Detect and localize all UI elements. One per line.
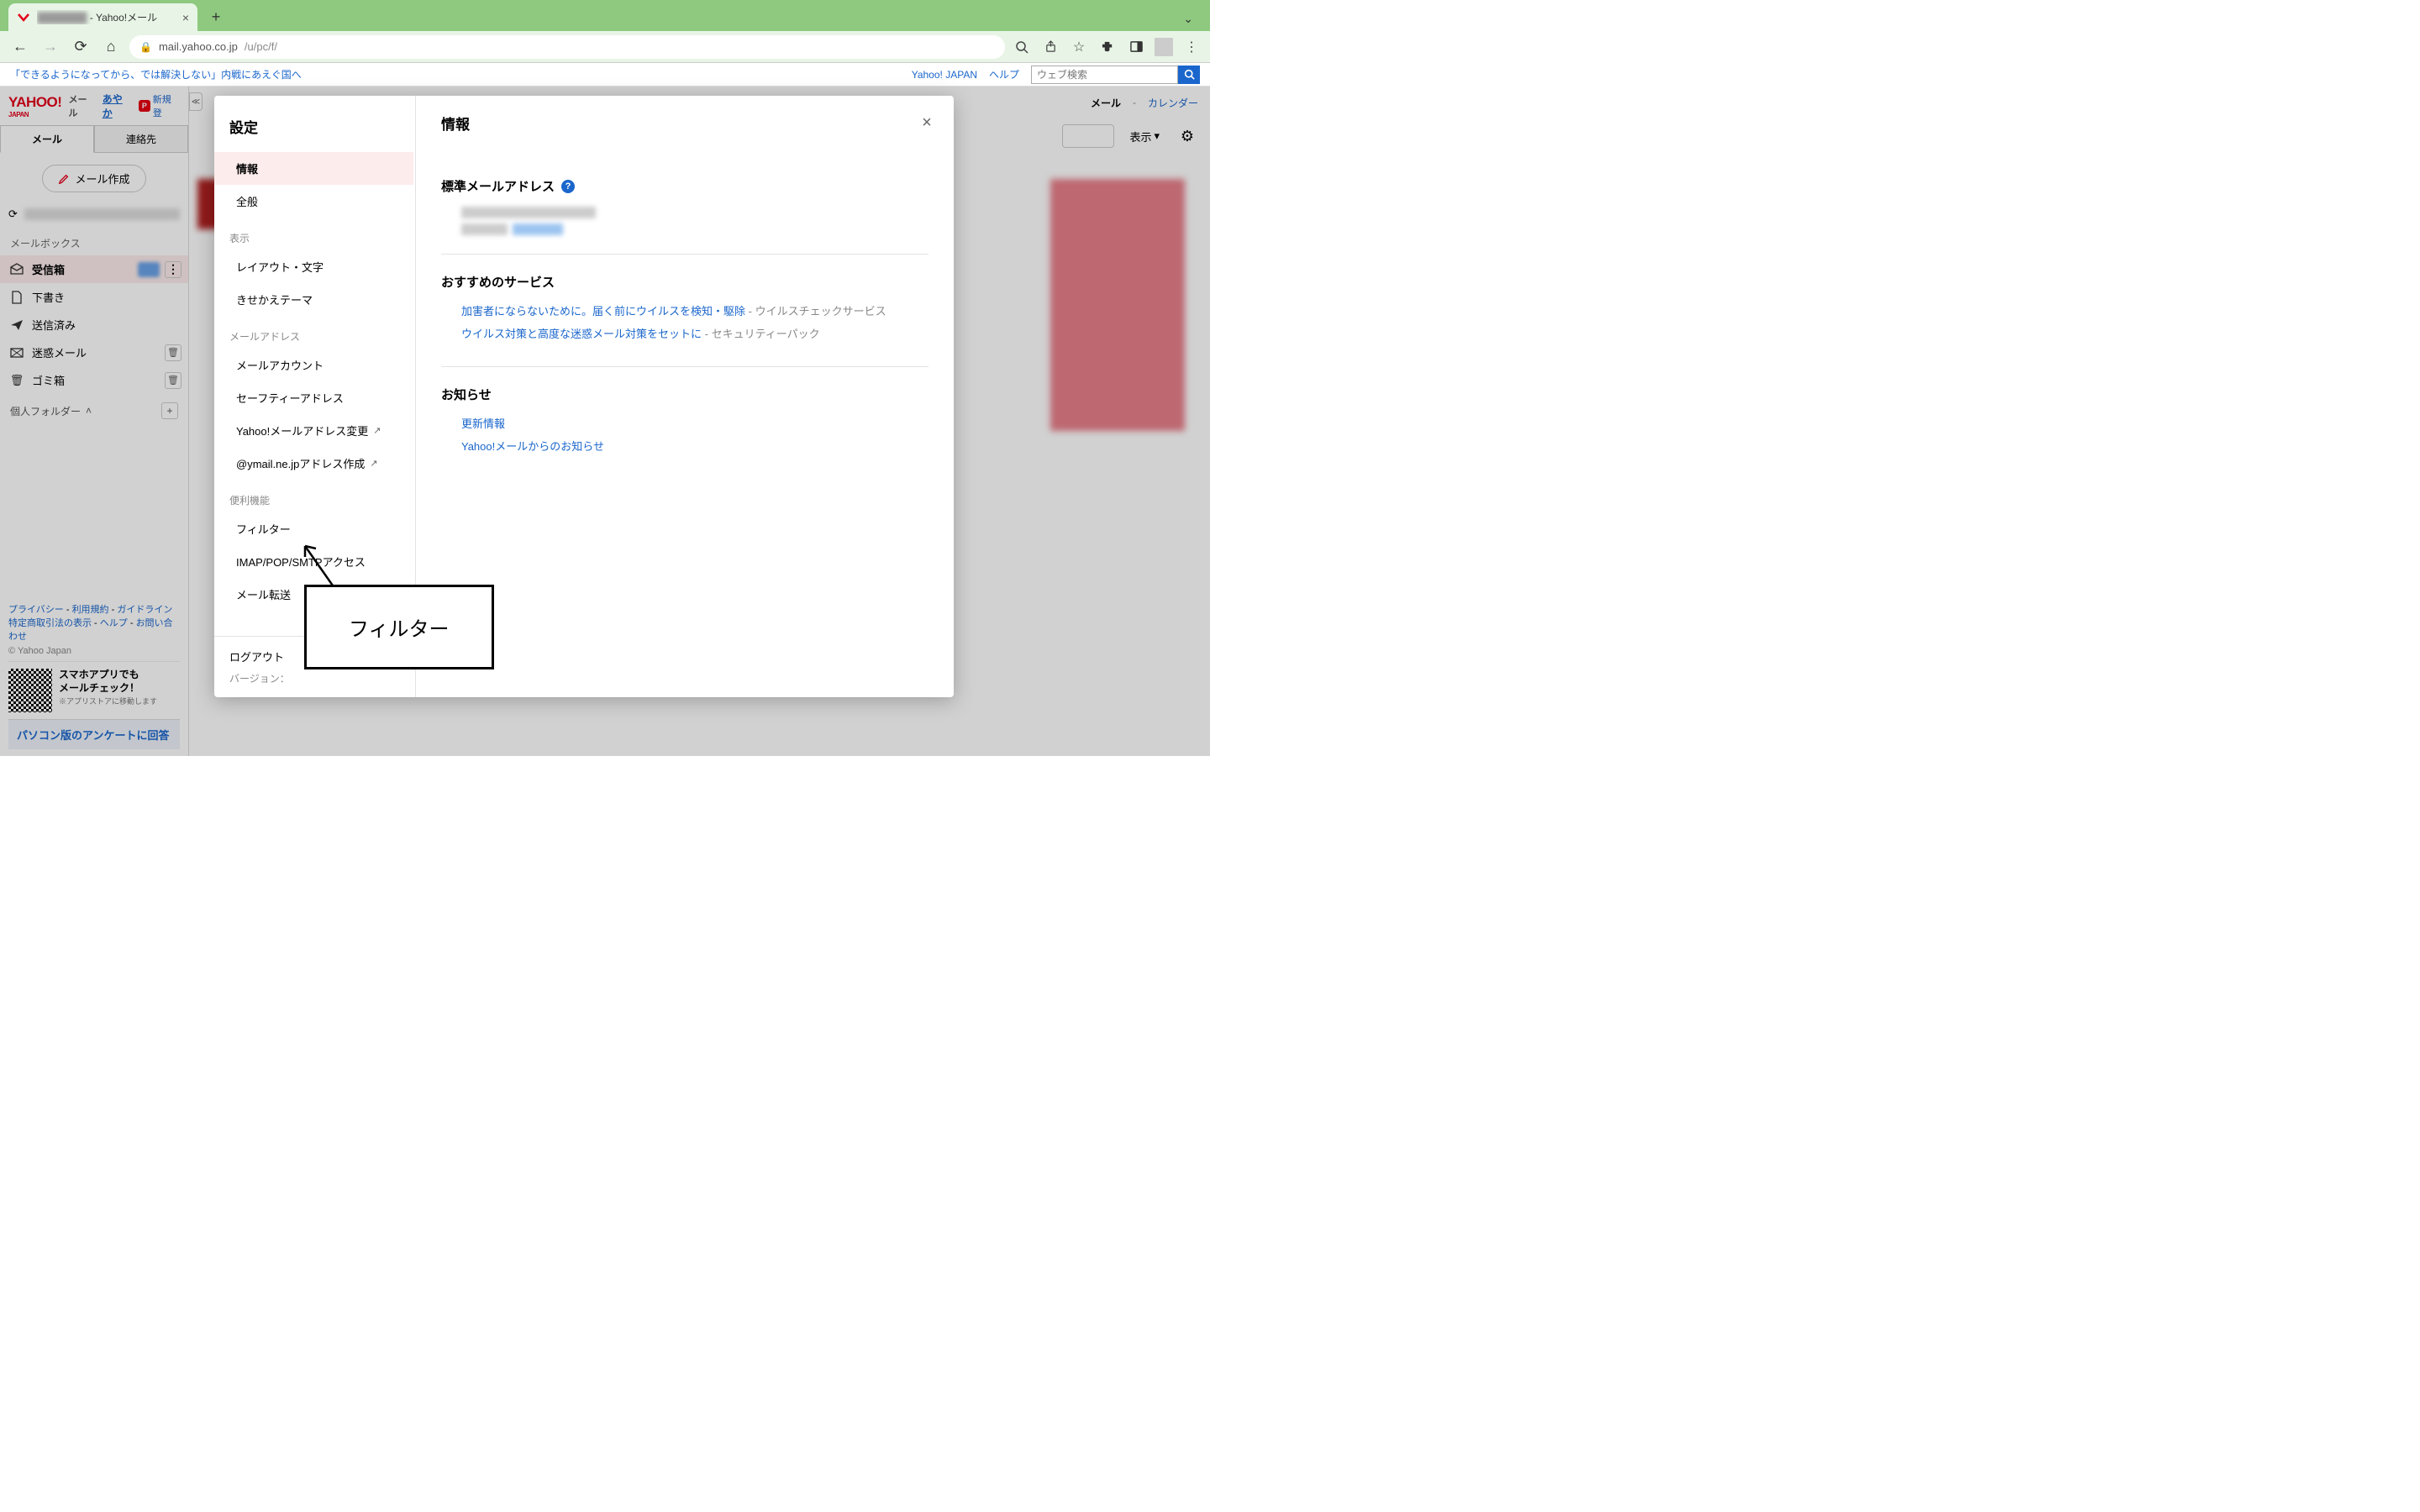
section-recommended: おすすめのサービス 加害者にならないために。届く前にウイルスを検知・駆除 - ウ… — [441, 255, 929, 367]
nav-filter[interactable]: フィルター — [214, 512, 413, 545]
nav-theme[interactable]: きせかえテーマ — [214, 283, 413, 316]
reload-button[interactable]: ⟳ — [69, 35, 92, 59]
section-standard-email: 標準メールアドレス ? — [441, 159, 929, 255]
close-icon[interactable]: × — [915, 111, 939, 134]
settings-content-panel: × 情報 標準メールアドレス ? おすすめのサービス 加害者にならないために。届… — [416, 96, 954, 697]
tabs-overflow-icon[interactable]: ⌄ — [1183, 12, 1210, 26]
yahoo-japan-link[interactable]: Yahoo! JAPAN — [912, 69, 977, 81]
url-path: /u/pc/f/ — [245, 40, 277, 53]
bookmark-star-icon[interactable]: ☆ — [1069, 37, 1089, 57]
primary-email-redacted — [461, 207, 596, 218]
home-button[interactable]: ⌂ — [99, 35, 123, 59]
help-badge-icon[interactable]: ? — [561, 180, 575, 193]
nav-section-display: 表示 — [214, 218, 413, 250]
back-button[interactable]: ← — [8, 35, 32, 59]
extensions-icon[interactable] — [1097, 37, 1118, 57]
nav-info[interactable]: 情報 — [214, 152, 413, 185]
tab-close-icon[interactable]: × — [182, 11, 189, 24]
service-link-2[interactable]: ウイルス対策と高度な迷惑メール対策をセットに — [461, 328, 702, 340]
section-notices: お知らせ 更新情報 Yahoo!メールからのお知らせ — [441, 367, 929, 479]
nav-safety-address[interactable]: セーフティーアドレス — [214, 381, 413, 414]
share-icon[interactable] — [1040, 37, 1060, 57]
service-link-1[interactable]: 加害者にならないために。届く前にウイルスを検知・駆除 — [461, 305, 745, 318]
browser-toolbar: ← → ⟳ ⌂ 🔒 mail.yahoo.co.jp/u/pc/f/ ☆ ⋮ — [0, 31, 1210, 63]
notice-updates[interactable]: 更新情報 — [461, 417, 505, 430]
nav-change-address[interactable]: Yahoo!メールアドレス変更 ↗ — [214, 414, 413, 447]
browser-tab-strip: ███████ - Yahoo!メール × + ⌄ — [0, 0, 1210, 31]
profile-avatar[interactable] — [1155, 38, 1173, 56]
web-search — [1031, 66, 1200, 84]
browser-menu-icon[interactable]: ⋮ — [1181, 37, 1202, 57]
annotation-callout: フィルター — [304, 585, 494, 669]
secondary-email-redacted — [461, 223, 929, 235]
side-panel-icon[interactable] — [1126, 37, 1146, 57]
url-host: mail.yahoo.co.jp — [159, 40, 238, 53]
browser-tab[interactable]: ███████ - Yahoo!メール × — [8, 3, 197, 31]
new-tab-button[interactable]: + — [204, 5, 228, 29]
external-link-icon: ↗ — [373, 425, 381, 436]
forward-button[interactable]: → — [39, 35, 62, 59]
help-link[interactable]: ヘルプ — [989, 67, 1019, 81]
tab-title: ███████ - Yahoo!メール — [37, 10, 176, 24]
address-bar[interactable]: 🔒 mail.yahoo.co.jp/u/pc/f/ — [129, 35, 1005, 59]
nav-section-mail-address: メールアドレス — [214, 316, 413, 349]
nav-layout[interactable]: レイアウト・文字 — [214, 250, 413, 283]
yahoo-top-bar: 「できるようになってから、では解決しない」内戦にあえぐ国へ Yahoo! JAP… — [0, 63, 1210, 87]
nav-accounts[interactable]: メールアカウント — [214, 349, 413, 381]
search-in-page-icon[interactable] — [1012, 37, 1032, 57]
settings-title: 設定 — [214, 96, 415, 152]
web-search-button[interactable] — [1178, 66, 1200, 84]
notice-announcements[interactable]: Yahoo!メールからのお知らせ — [461, 440, 604, 453]
web-search-input[interactable] — [1031, 66, 1178, 84]
lock-icon: 🔒 — [139, 41, 152, 53]
nav-imap[interactable]: IMAP/POP/SMTPアクセス — [214, 545, 413, 578]
external-link-icon: ↗ — [370, 458, 377, 469]
news-headline-link[interactable]: 「できるようになってから、では解決しない」内戦にあえぐ国へ — [10, 67, 302, 81]
tab-favicon — [17, 11, 30, 24]
service-virus-check: 加害者にならないために。届く前にウイルスを検知・駆除 - ウイルスチェックサービ… — [461, 302, 929, 318]
version-label: バージョン： — [229, 671, 400, 685]
service-security-pack: ウイルス対策と高度な迷惑メール対策をセットに - セキュリティーパック — [461, 325, 929, 341]
panel-title: 情報 — [441, 113, 929, 134]
nav-create-ymail[interactable]: @ymail.ne.jpアドレス作成 ↗ — [214, 447, 413, 480]
nav-general[interactable]: 全般 — [214, 185, 413, 218]
nav-section-features: 便利機能 — [214, 480, 413, 512]
